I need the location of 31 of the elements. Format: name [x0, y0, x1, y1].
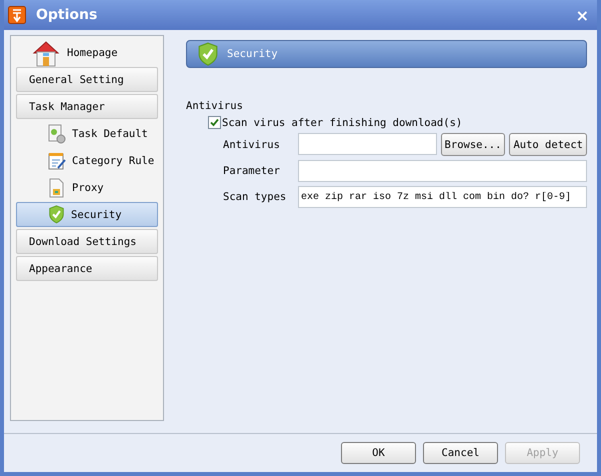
- shield-check-icon: [197, 42, 219, 66]
- document-gear-icon: [48, 124, 66, 144]
- dialog-button[interactable]: OK: [341, 442, 416, 464]
- field-button[interactable]: Browse...: [440, 133, 506, 156]
- sidebar-item[interactable]: Proxy: [16, 175, 158, 200]
- sidebar-item[interactable]: Download Settings: [16, 229, 158, 254]
- sidebar-item[interactable]: Appearance: [16, 256, 158, 281]
- field-label: Antivirus: [223, 138, 281, 150]
- checkbox[interactable]: [208, 116, 221, 129]
- sidebar-item[interactable]: Task Default: [16, 121, 158, 146]
- checkbox-label: Scan virus after finishing download(s): [222, 116, 462, 128]
- sidebar-item[interactable]: General Setting: [16, 67, 158, 92]
- notepad-pencil-icon: [48, 150, 66, 170]
- sidebar-item[interactable]: Homepage: [16, 40, 158, 65]
- sidebar-item[interactable]: Category Rule: [16, 148, 158, 173]
- sidebar-item[interactable]: Task Manager: [16, 94, 158, 119]
- app-icon: [8, 6, 26, 24]
- field-label: Scan types: [223, 191, 288, 203]
- input-field[interactable]: [298, 160, 587, 182]
- header-title: Security: [227, 48, 278, 60]
- input-field[interactable]: exe zip rar iso 7z msi dll com bin do? r[0-9]: [298, 186, 587, 208]
- house-icon: [31, 38, 61, 66]
- field-button[interactable]: Auto detect: [509, 133, 587, 156]
- field-label: Parameter: [223, 165, 281, 177]
- input-field[interactable]: [298, 133, 437, 155]
- sidebar-item[interactable]: Security: [16, 202, 158, 227]
- dialog-button[interactable]: Cancel: [423, 442, 498, 464]
- window-title: Options: [36, 7, 98, 23]
- group-title: Antivirus: [186, 100, 244, 112]
- shield-check-icon: [48, 205, 65, 224]
- document-icon: [48, 178, 66, 198]
